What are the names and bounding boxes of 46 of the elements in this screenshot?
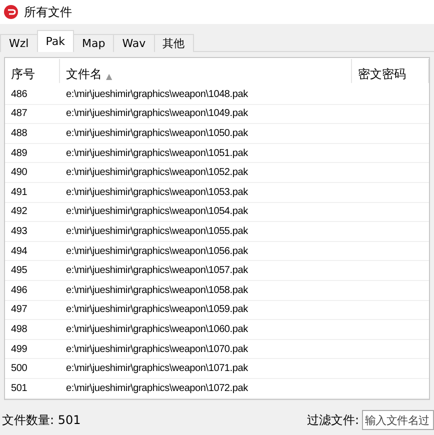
- table-cell: 499: [11, 344, 28, 355]
- table-cell: e:\mir\jueshimir\graphics\weapon\1053.pak: [66, 186, 248, 198]
- filter-field[interactable]: 输入文件名过: [362, 410, 434, 430]
- table-cell: 497: [11, 304, 28, 316]
- tab[interactable]: Map: [72, 34, 114, 52]
- table-cell: 492: [11, 206, 28, 218]
- table-cell: 488: [11, 128, 28, 139]
- table-cell: e:\mir\jueshimir\graphics\weapon\1056.pak: [66, 246, 248, 257]
- table-cell: e:\mir\jueshimir\graphics\weapon\1048.pak: [66, 88, 248, 100]
- file-count: 文件数量: 501: [2, 412, 81, 429]
- table-cell: e:\mir\jueshimir\graphics\weapon\1055.pak: [66, 226, 248, 237]
- table-cell: e:\mir\jueshimir\graphics\weapon\1054.pak: [66, 206, 248, 218]
- table-cell: e:\mir\jueshimir\graphics\weapon\1072.pak: [66, 382, 248, 394]
- column-header[interactable]: 文件名: [66, 65, 102, 83]
- tab[interactable]: 其他: [154, 34, 194, 52]
- tab[interactable]: Wav: [113, 34, 155, 52]
- window-title: 所有文件: [24, 4, 72, 21]
- table-cell: e:\mir\jueshimir\graphics\weapon\1057.pak: [66, 265, 248, 276]
- table-cell: 495: [11, 265, 28, 276]
- table-cell: e:\mir\jueshimir\graphics\weapon\1059.pak: [66, 304, 248, 316]
- tab[interactable]: Pak: [36, 30, 74, 52]
- table-cell: 493: [11, 226, 28, 237]
- table-cell: e:\mir\jueshimir\graphics\weapon\1071.pak: [66, 363, 248, 374]
- table-cell: e:\mir\jueshimir\graphics\weapon\1051.pak: [66, 148, 248, 159]
- table-cell: 486: [11, 88, 28, 100]
- table-cell: 487: [11, 108, 28, 120]
- table-cell: 500: [11, 363, 28, 374]
- tab[interactable]: Wzl: [0, 34, 38, 52]
- table-cell: 489: [11, 148, 28, 159]
- table-cell: 490: [11, 167, 28, 178]
- table-cell: 494: [11, 246, 28, 257]
- table-cell: 501: [11, 382, 28, 394]
- table-cell: 491: [11, 186, 28, 198]
- table-cell: 498: [11, 324, 28, 335]
- table-cell: e:\mir\jueshimir\graphics\weapon\1052.pak: [66, 167, 248, 178]
- table-cell: e:\mir\jueshimir\graphics\weapon\1060.pak: [66, 324, 248, 335]
- table-cell: 496: [11, 284, 28, 296]
- table-cell: e:\mir\jueshimir\graphics\weapon\1049.pak: [66, 108, 248, 120]
- sort-arrow: ▲: [106, 71, 112, 83]
- app-icon: [4, 5, 18, 19]
- filter-label: 过滤文件:: [306, 412, 359, 429]
- table-cell: e:\mir\jueshimir\graphics\weapon\1050.pak: [66, 128, 248, 139]
- table-cell: e:\mir\jueshimir\graphics\weapon\1058.pak: [66, 284, 248, 296]
- table-cell: e:\mir\jueshimir\graphics\weapon\1070.pak: [66, 344, 248, 355]
- column-header[interactable]: 密文密码: [358, 65, 406, 83]
- column-header[interactable]: 序号: [11, 65, 35, 83]
